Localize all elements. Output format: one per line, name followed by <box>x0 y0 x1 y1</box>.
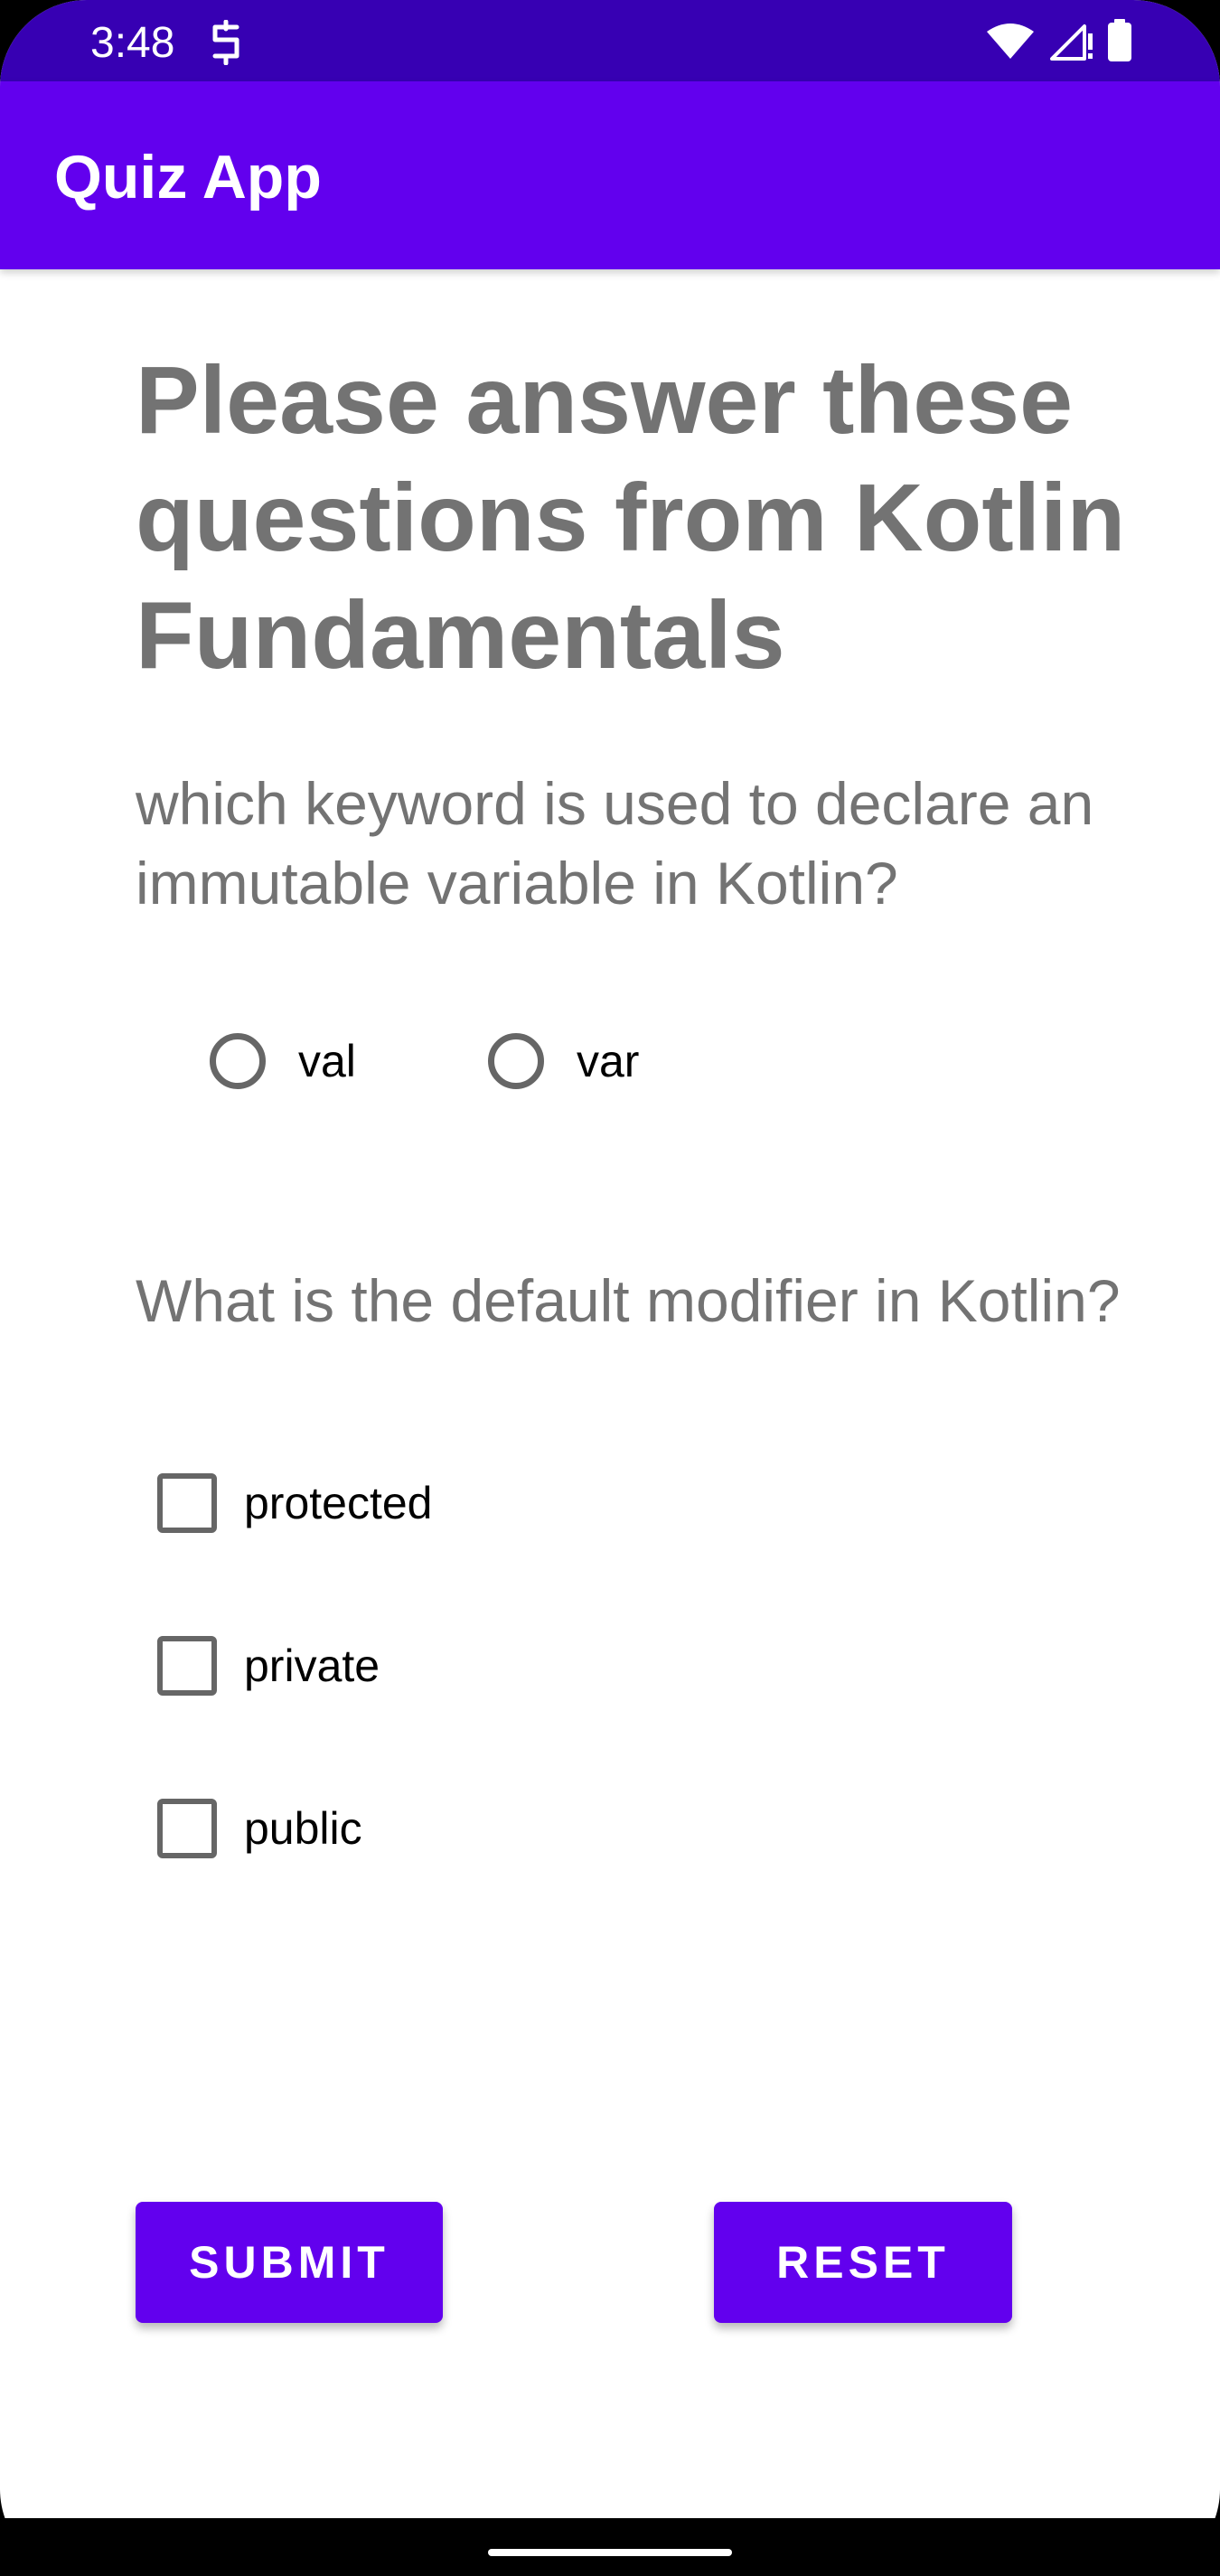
home-gesture-handle[interactable] <box>488 2549 732 2556</box>
signal-icon <box>1048 21 1093 65</box>
checkbox-icon[interactable] <box>157 1799 217 1858</box>
checkbox-label: protected <box>244 1478 433 1528</box>
radio-option-var[interactable]: var <box>488 1027 639 1095</box>
radio-option-val[interactable]: val <box>210 1027 356 1095</box>
radio-label: var <box>577 1036 640 1086</box>
wifi-icon <box>985 21 1036 65</box>
radio-label: val <box>298 1036 356 1086</box>
phone-screen: 3:48 Quiz App Please answer these questi… <box>0 0 1220 2576</box>
app-bar: Quiz App <box>0 81 1220 269</box>
question-1-text: which keyword is used to declare an immu… <box>136 770 1094 917</box>
radio-button-icon[interactable] <box>488 1033 544 1089</box>
submit-button[interactable]: SUBMIT <box>136 2202 443 2323</box>
checkbox-icon[interactable] <box>157 1636 217 1696</box>
status-time: 3:48 <box>90 19 175 67</box>
app-notification-icon <box>208 19 244 66</box>
reset-button[interactable]: RESET <box>714 2202 1012 2323</box>
checkbox-option-private[interactable]: private <box>157 1631 380 1700</box>
checkbox-option-public[interactable]: public <box>157 1794 362 1863</box>
page-heading: Please answer these questions from Kotli… <box>136 347 1126 689</box>
navigation-bar <box>0 2518 1220 2576</box>
checkbox-option-protected[interactable]: protected <box>157 1469 432 1537</box>
checkbox-label: private <box>244 1641 380 1691</box>
status-icons <box>985 18 1133 67</box>
question-2-text: What is the default modifier in Kotlin? <box>136 1267 1121 1334</box>
app-title: Quiz App <box>54 143 322 212</box>
checkbox-icon[interactable] <box>157 1473 217 1533</box>
battery-icon <box>1106 18 1133 67</box>
radio-button-icon[interactable] <box>210 1033 266 1089</box>
checkbox-label: public <box>244 1803 362 1854</box>
status-bar: 3:48 <box>0 0 1220 81</box>
